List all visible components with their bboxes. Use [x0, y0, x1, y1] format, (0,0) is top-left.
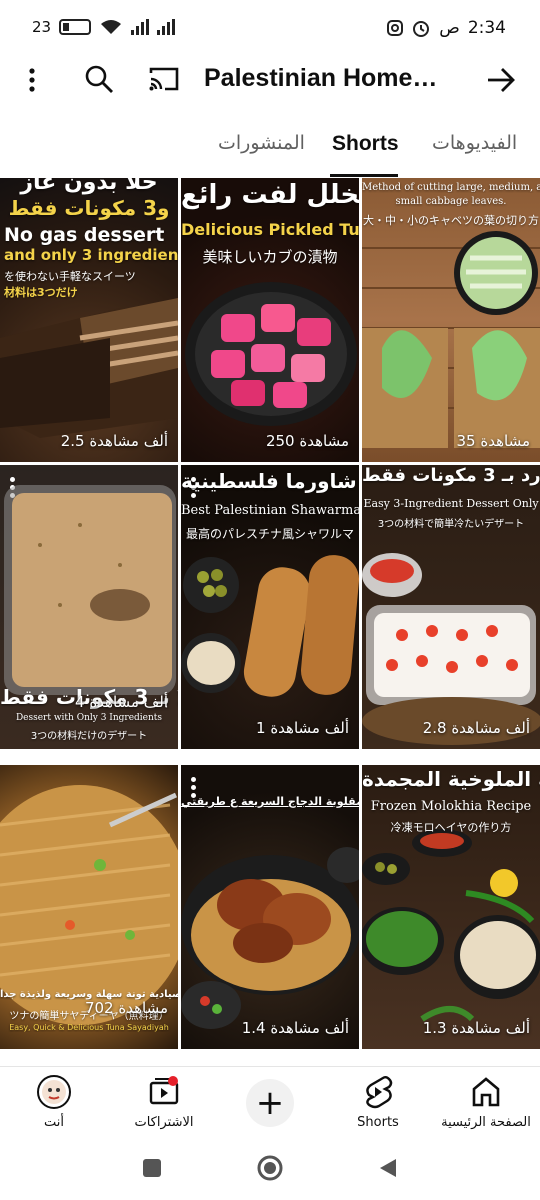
short-caption-en: Method of cutting large, medium, and [362, 182, 540, 193]
short-caption-ar: حلا بارد بـ 3 مكونات فقط [362, 465, 540, 486]
short-thumbnail [362, 553, 540, 745]
signal-icon-2 [157, 19, 176, 35]
short-tile[interactable]: حلا بارد بـ 3 مكونات فقط Easy 3-Ingredie… [362, 465, 540, 749]
short-caption-ar-2: و3 مكونات فقط [8, 196, 170, 220]
nav-home[interactable]: الصفحة الرئيسية [436, 1075, 536, 1130]
battery-icon [59, 19, 92, 35]
short-caption-jp-2: 材料は3つだけ [4, 286, 78, 299]
short-caption-en: Dessert with Only 3 Ingredients [15, 713, 163, 723]
short-caption-jp: 美味しいカブの漬物 [202, 248, 338, 266]
view-count: 1.3 ألف مشاهدة [422, 1019, 530, 1037]
short-tile[interactable]: حلا بـ 3 مكونات فقط Dessert with Only 3 … [0, 465, 178, 749]
create-button[interactable]: + [246, 1079, 294, 1127]
short-tile[interactable]: طريقة الملوخية المجمدة Frozen Molokhia R… [362, 765, 540, 1049]
search-icon[interactable] [82, 62, 116, 96]
short-caption-jp: を使わない手軽なスイーツ [4, 270, 136, 283]
short-caption-jp: 冷凍モロヘイヤの作り方 [390, 821, 512, 834]
short-tile[interactable]: صيادية تونة سهلة وسريعة ولذيذة جدا ツナの簡単… [0, 765, 178, 1049]
more-vert-icon[interactable] [20, 66, 44, 94]
short-thumbnail [185, 282, 357, 426]
home-icon [472, 1077, 500, 1107]
recents-icon[interactable] [140, 1156, 164, 1180]
short-caption-ar: أزكى شاورما فلسطينية [181, 469, 359, 493]
short-caption-ar: مخلل لفت رائع [181, 180, 359, 210]
instagram-icon [387, 20, 404, 36]
cast-icon[interactable] [146, 64, 182, 94]
short-caption-jp: 3つの材料だけのデザート [30, 731, 148, 742]
battery-percent: 23 [32, 18, 52, 36]
bottom-nav: أنت الاشتراكات + Shorts الصفحة الرئيسية [0, 1066, 540, 1140]
avatar [37, 1075, 71, 1109]
short-caption-ar: حلا بدون غاز [20, 178, 158, 195]
short-caption-ar: مقلوبة الدجاج السريعة ع طريقتي [181, 795, 359, 808]
clock: 2:34 [467, 18, 506, 38]
status-right: ص 2:34 [387, 18, 506, 38]
short-thumbnail [181, 847, 359, 1029]
short-thumbnail [362, 231, 540, 448]
view-count: 35 مشاهدة [456, 432, 531, 450]
view-count: 4 ألف مشاهدة [75, 693, 168, 711]
short-caption-ar: طريقة الملوخية المجمدة [362, 767, 540, 791]
view-count: 702 مشاهدة [84, 999, 168, 1017]
time-period: ص [439, 18, 460, 38]
tab-shorts[interactable]: Shorts [332, 132, 399, 156]
short-thumbnail [0, 298, 178, 438]
nav-you[interactable]: أنت [26, 1075, 82, 1130]
shorts-icon [366, 1076, 393, 1109]
signal-icon [131, 19, 150, 35]
view-count: 1 ألف مشاهدة [256, 719, 349, 737]
nav-home-label: الصفحة الرئيسية [441, 1115, 531, 1130]
short-caption-en: Easy 3-Ingredient Dessert Only [363, 497, 539, 510]
nav-shorts-label: Shorts [357, 1115, 399, 1130]
active-tab-indicator [330, 174, 398, 177]
nav-subscriptions-label: الاشتراكات [134, 1115, 194, 1130]
wifi-icon [101, 20, 122, 34]
short-tile[interactable]: حلا بدون غاز و3 مكونات فقط No gas desser… [0, 178, 178, 462]
view-count: 1.4 ألف مشاهدة [241, 1019, 349, 1037]
short-caption-en-2: small cabbage leaves. [395, 196, 507, 207]
channel-tabs: المنشورات Shorts الفيديوهات [0, 124, 540, 178]
short-caption-en-2: and only 3 ingredients [4, 246, 178, 264]
system-nav-bar [0, 1140, 540, 1200]
status-bar: 23 ص 2:34 [0, 0, 540, 60]
short-tile[interactable]: مقلوبة الدجاج السريعة ع طريقتي 1.4 ألف م… [181, 765, 359, 1049]
short-caption-en: No gas dessert [4, 224, 165, 246]
short-caption-jp: 最高のパレスチナ風シャワルマ [185, 527, 354, 541]
short-caption-en: Easy, Quick & Delicious Tuna Sayadiyah [9, 1023, 169, 1032]
short-caption-en: Delicious Pickled Turnip [181, 220, 359, 239]
short-thumbnail [362, 829, 540, 1022]
nav-you-label: أنت [44, 1115, 64, 1130]
view-count: 2.8 ألف مشاهدة [422, 719, 530, 737]
view-count: 2.5 ألف مشاهدة [60, 432, 168, 450]
app-bar: Palestinian Home… [0, 52, 540, 108]
short-caption-en: Frozen Molokhia Recipe [370, 799, 532, 814]
arrow-right-icon[interactable] [484, 64, 518, 96]
short-tile[interactable]: أزكى شاورما فلسطينية Best Palestinian Sh… [181, 465, 359, 749]
status-left: 23 [32, 18, 176, 36]
alarm-icon [413, 21, 430, 37]
plus-icon: + [255, 1083, 285, 1123]
shorts-grid: حلا بدون غاز و3 مكونات فقط No gas desser… [0, 178, 540, 1063]
short-tile[interactable]: مخلل لفت رائع Delicious Pickled Turnip 美… [181, 178, 359, 462]
tab-videos[interactable]: الفيديوهات [432, 132, 517, 154]
nav-shorts[interactable]: Shorts [350, 1075, 406, 1130]
screen: 23 ص 2:34 Palestinian Home… المنشورات Sh… [0, 0, 540, 1200]
view-count: 250 مشاهدة [265, 432, 349, 450]
short-caption-jp: 大・中・小のキャベツの葉の切り方 [363, 214, 539, 227]
channel-title: Palestinian Home… [204, 64, 438, 92]
back-icon[interactable] [376, 1156, 400, 1180]
short-tile[interactable]: Method of cutting large, medium, and sma… [362, 178, 540, 462]
nav-subscriptions[interactable]: الاشتراكات [126, 1075, 202, 1130]
home-circle-icon[interactable] [256, 1154, 284, 1182]
short-caption-jp: 3つの材料で簡単冷たいデザート [377, 519, 525, 530]
short-caption-en: Best Palestinian Shawarma [181, 503, 359, 518]
tab-posts[interactable]: المنشورات [218, 132, 305, 154]
subscriptions-icon [149, 1076, 179, 1105]
